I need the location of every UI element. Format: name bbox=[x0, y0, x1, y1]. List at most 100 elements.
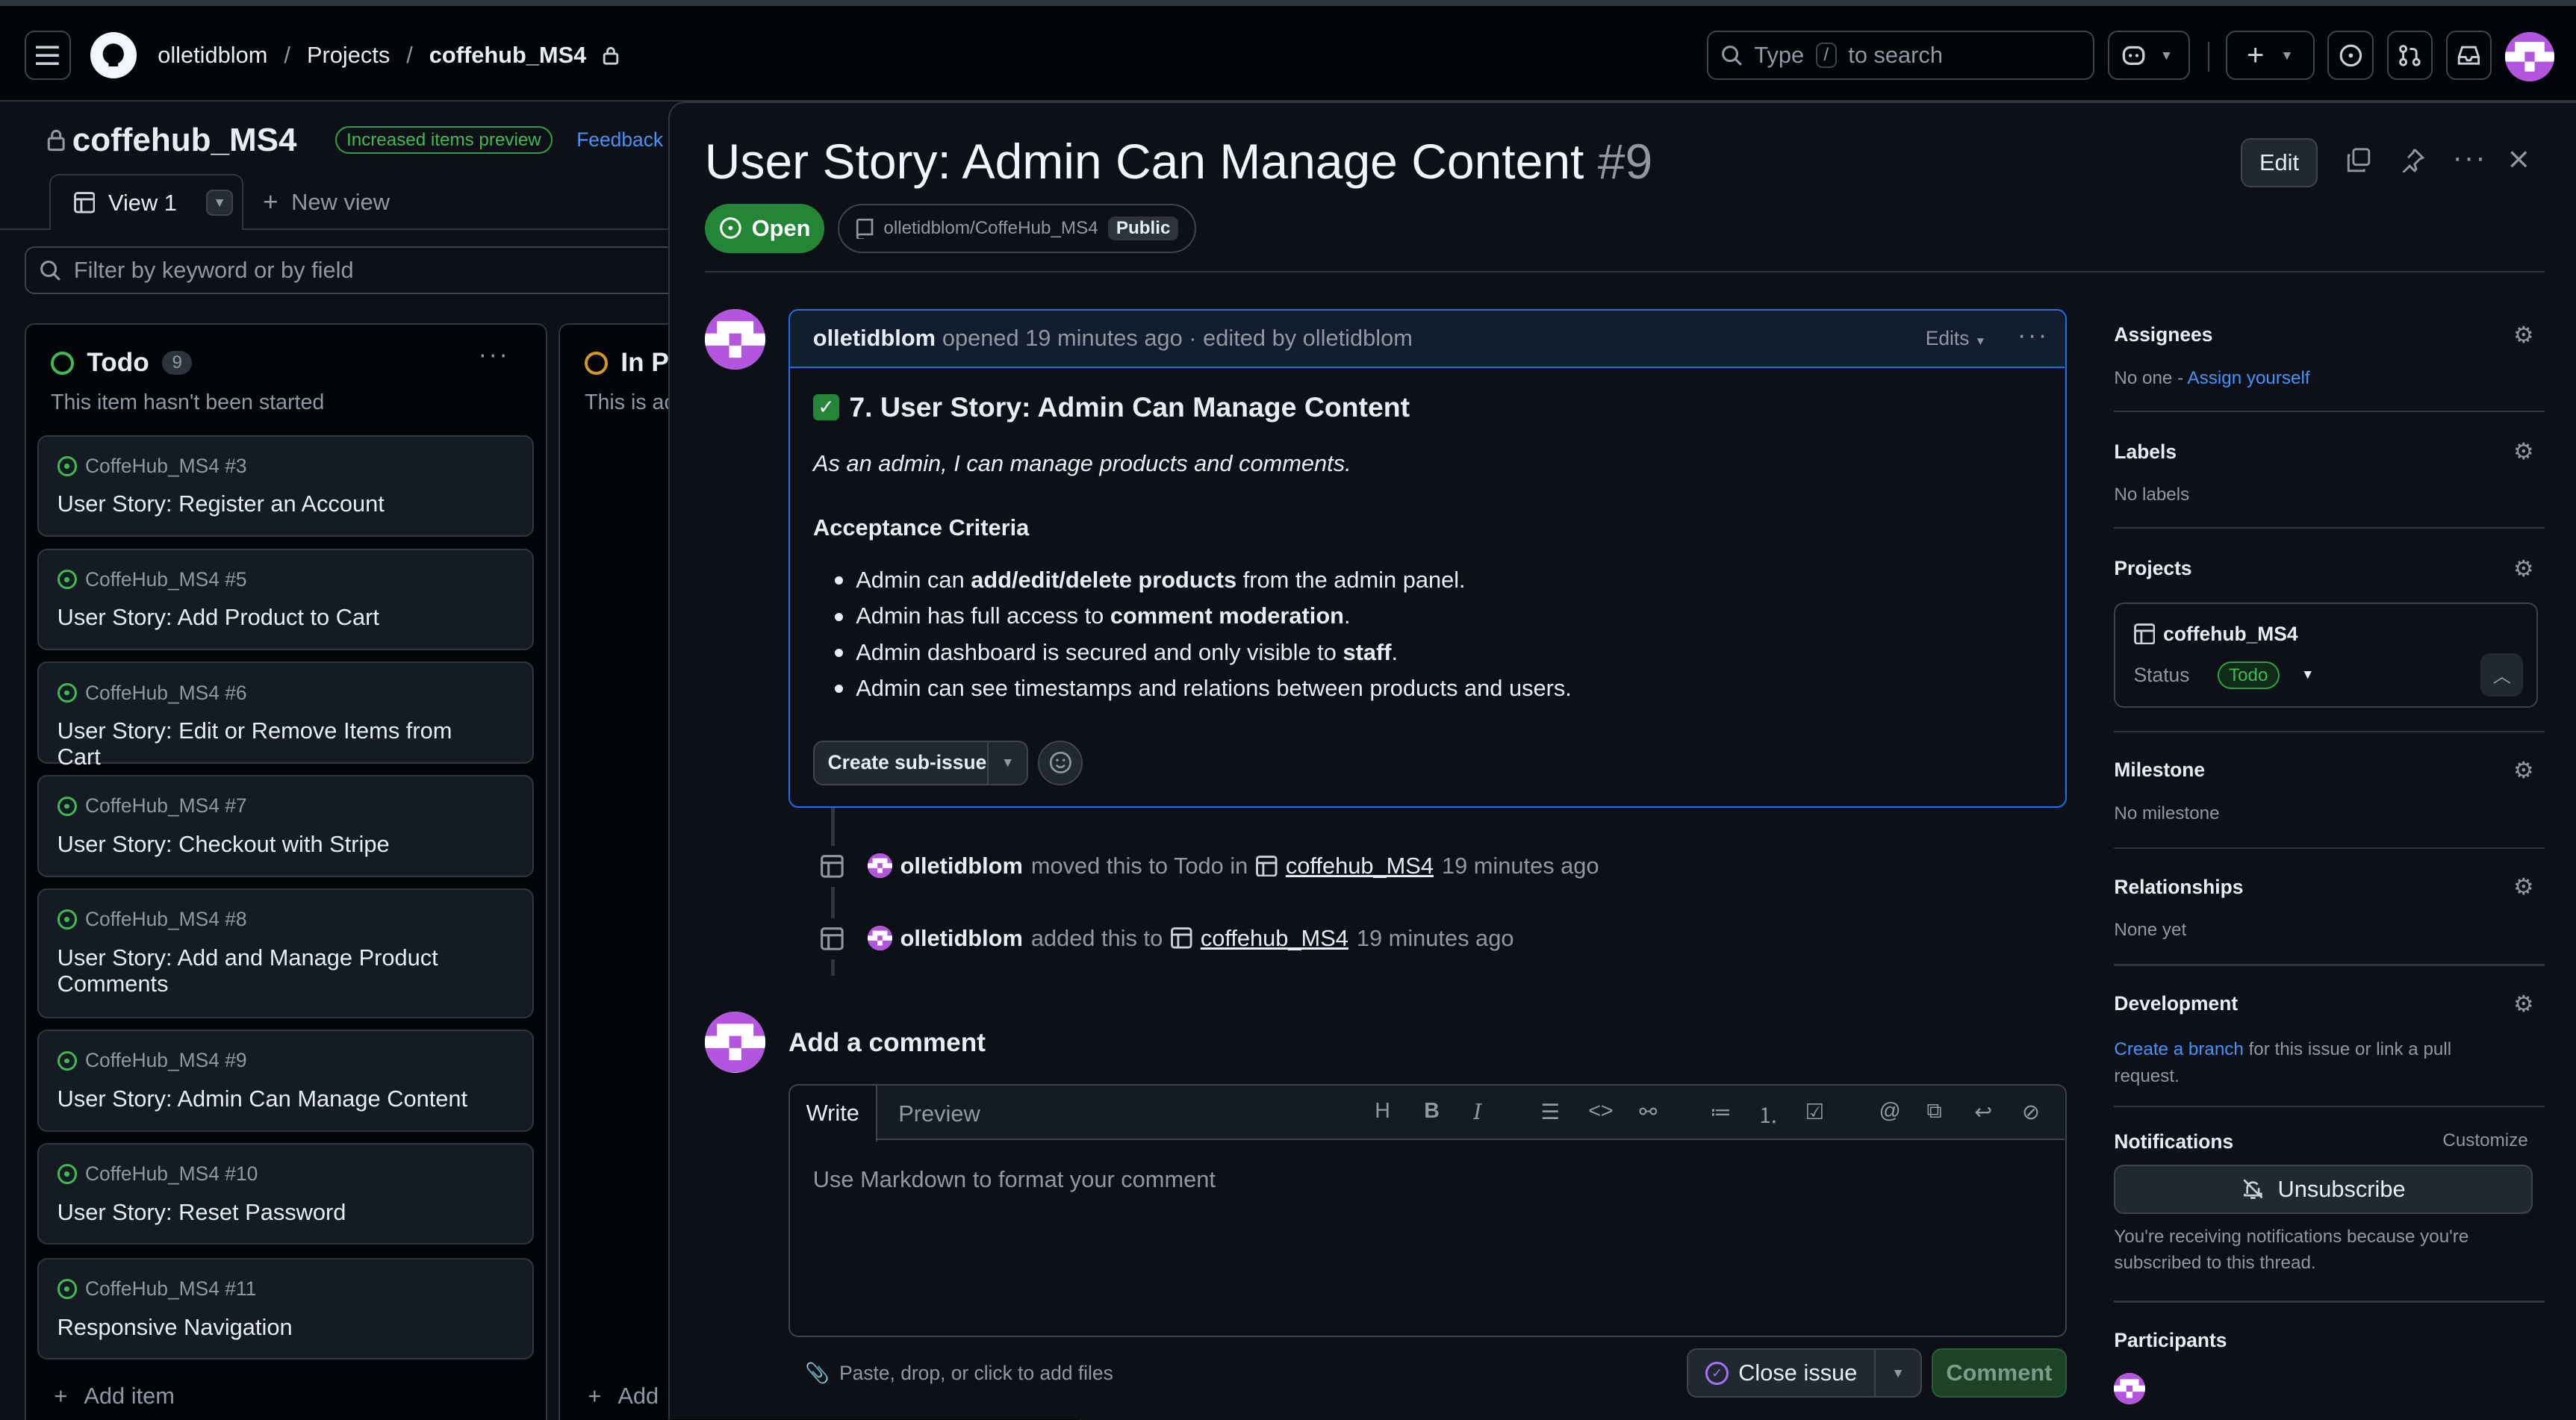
participant-avatar[interactable] bbox=[2114, 1373, 2146, 1404]
card-title[interactable]: User Story: Reset Password bbox=[57, 1199, 501, 1225]
unsubscribe-button[interactable]: Unsubscribe bbox=[2114, 1164, 2533, 1214]
board-card[interactable]: CoffeHub_MS4 #8 User Story: Add and Mana… bbox=[37, 888, 534, 1018]
gear-icon[interactable]: ⚙ bbox=[2513, 438, 2534, 465]
filter-input[interactable]: Filter by keyword or by field bbox=[25, 246, 682, 294]
link-icon[interactable]: ⚯ bbox=[1639, 1099, 1657, 1125]
close-issue-main[interactable]: ✓ Close issue bbox=[1688, 1350, 1876, 1397]
board-card[interactable]: CoffeHub_MS4 #11 Responsive Navigation bbox=[37, 1257, 534, 1360]
tab-write[interactable]: Write bbox=[790, 1086, 877, 1142]
tab-preview[interactable]: Preview bbox=[898, 1100, 980, 1127]
breadcrumb-projects[interactable]: Projects bbox=[307, 42, 390, 69]
breadcrumb-project[interactable]: coffehub_MS4 bbox=[429, 42, 586, 69]
event-user[interactable]: olletidblom bbox=[900, 925, 1023, 952]
italic-icon[interactable]: I bbox=[1473, 1099, 1481, 1124]
repo-badge[interactable]: olletidblom/CoffeHub_MS4 Public bbox=[838, 203, 1197, 253]
menu-button[interactable] bbox=[25, 31, 71, 80]
author-name[interactable]: olletidblom bbox=[813, 325, 936, 352]
add-reaction-button[interactable] bbox=[1038, 741, 1083, 785]
mention-icon[interactable]: @ bbox=[1879, 1099, 1901, 1124]
board-card[interactable]: CoffeHub_MS4 #7 User Story: Checkout wit… bbox=[37, 775, 534, 877]
plus-icon: + bbox=[263, 187, 279, 217]
chevron-down-icon[interactable]: ▼ bbox=[2301, 667, 2314, 682]
chevron-down-icon[interactable]: ▼ bbox=[989, 755, 1027, 770]
customize-link[interactable]: Customize bbox=[2442, 1130, 2527, 1151]
breadcrumb-owner[interactable]: olletidblom bbox=[158, 42, 267, 69]
issue-opened-icon bbox=[2339, 44, 2362, 66]
board-card[interactable]: CoffeHub_MS4 #10 User Story: Reset Passw… bbox=[37, 1142, 534, 1245]
reference-icon[interactable]: ⧉ bbox=[1926, 1099, 1941, 1124]
feedback-link[interactable]: Feedback bbox=[576, 128, 663, 152]
kebab-horizontal-icon[interactable]: ··· bbox=[2017, 320, 2049, 350]
create-branch-link[interactable]: Create a branch bbox=[2114, 1039, 2243, 1059]
board-card[interactable]: CoffeHub_MS4 #3 User Story: Register an … bbox=[37, 435, 534, 538]
close-issue-button[interactable]: ✓ Close issue ▼ bbox=[1687, 1348, 1922, 1398]
card-ref: CoffeHub_MS4 #5 bbox=[57, 568, 247, 591]
copilot-button[interactable]: ▼ bbox=[2107, 31, 2190, 80]
kebab-horizontal-icon[interactable]: ··· bbox=[2453, 141, 2487, 175]
card-title[interactable]: Responsive Navigation bbox=[57, 1314, 501, 1340]
current-user-avatar bbox=[704, 1012, 766, 1073]
board-card[interactable]: CoffeHub_MS4 #5 User Story: Add Product … bbox=[37, 548, 534, 650]
issues-button[interactable] bbox=[2327, 31, 2374, 80]
add-item-button[interactable]: + Add bbox=[588, 1383, 659, 1410]
event-user[interactable]: olletidblom bbox=[900, 853, 1023, 879]
user-avatar[interactable] bbox=[2505, 32, 2554, 82]
chevron-up-icon[interactable]: ︿ bbox=[2480, 653, 2524, 697]
gear-icon[interactable]: ⚙ bbox=[2513, 555, 2534, 582]
edit-title-button[interactable]: Edit bbox=[2240, 137, 2318, 187]
task-list-icon[interactable]: ☑ bbox=[1805, 1099, 1825, 1125]
card-title[interactable]: User Story: Edit or Remove Items from Ca… bbox=[57, 717, 501, 770]
board-card[interactable]: CoffeHub_MS4 #9 User Story: Admin Can Ma… bbox=[37, 1030, 534, 1132]
chevron-down-icon[interactable]: ▼ bbox=[1876, 1365, 1920, 1381]
repo-name: olletidblom/CoffeHub_MS4 bbox=[883, 217, 1098, 238]
projects-section: Projects bbox=[2114, 557, 2544, 580]
user-avatar[interactable] bbox=[867, 853, 892, 879]
create-new-button[interactable]: + ▼ bbox=[2226, 31, 2315, 80]
bold-icon[interactable]: B bbox=[1424, 1099, 1440, 1124]
kebab-horizontal-icon[interactable]: ··· bbox=[478, 340, 509, 370]
comment-input[interactable]: Use Markdown to format your comment bbox=[813, 1166, 1216, 1193]
status-value[interactable]: Todo bbox=[2217, 661, 2280, 689]
code-icon[interactable]: <> bbox=[1588, 1099, 1613, 1124]
event-project-link[interactable]: coffehub_MS4 bbox=[1286, 853, 1434, 879]
slash-command-icon[interactable]: ⊘ bbox=[2022, 1099, 2040, 1125]
card-title[interactable]: User Story: Add and Manage Product Comme… bbox=[57, 944, 501, 997]
close-icon[interactable] bbox=[2508, 148, 2530, 176]
new-view-button[interactable]: + New view bbox=[263, 187, 390, 217]
create-sub-issue-button[interactable]: Create sub-issue ▼ bbox=[813, 741, 1029, 785]
card-title[interactable]: User Story: Register an Account bbox=[57, 491, 501, 517]
card-title[interactable]: User Story: Add Product to Cart bbox=[57, 604, 501, 630]
gear-icon[interactable]: ⚙ bbox=[2513, 874, 2534, 900]
quote-icon[interactable]: ☰ bbox=[1540, 1099, 1560, 1125]
search-input[interactable]: Type / to search bbox=[1706, 31, 2094, 80]
gear-icon[interactable]: ⚙ bbox=[2513, 991, 2534, 1018]
project-link[interactable]: coffehub_MS4 bbox=[2133, 623, 2298, 646]
event-project-link[interactable]: coffehub_MS4 bbox=[1201, 925, 1348, 952]
heading-icon[interactable]: H bbox=[1375, 1099, 1390, 1124]
author-avatar[interactable] bbox=[704, 308, 766, 370]
view-options-button[interactable]: ▼ bbox=[206, 189, 233, 217]
card-title[interactable]: User Story: Admin Can Manage Content bbox=[57, 1086, 501, 1112]
copy-icon[interactable] bbox=[2346, 148, 2371, 178]
attach-files[interactable]: 📎 Paste, drop, or click to add files bbox=[805, 1362, 1113, 1385]
pull-requests-button[interactable] bbox=[2386, 31, 2433, 80]
add-item-button[interactable]: + Add item bbox=[54, 1383, 175, 1410]
tab-view-1[interactable]: View 1 ▼ bbox=[49, 174, 243, 230]
gear-icon[interactable]: ⚙ bbox=[2513, 322, 2534, 349]
board-card[interactable]: CoffeHub_MS4 #6 User Story: Edit or Remo… bbox=[37, 661, 534, 770]
edits-dropdown[interactable]: Edits ▼ bbox=[1926, 327, 1986, 350]
unordered-list-icon[interactable]: ≔ bbox=[1710, 1099, 1732, 1125]
card-title[interactable]: User Story: Checkout with Stripe bbox=[57, 831, 501, 857]
column-header: In Pr bbox=[585, 348, 679, 378]
reply-icon[interactable]: ↩ bbox=[1974, 1099, 1992, 1125]
notifications-button[interactable] bbox=[2445, 31, 2492, 80]
comment-button[interactable]: Comment bbox=[1932, 1348, 2067, 1398]
github-logo-icon[interactable] bbox=[90, 32, 137, 78]
preview-badge[interactable]: Increased items preview bbox=[335, 126, 553, 154]
pin-icon[interactable] bbox=[2400, 148, 2425, 178]
list-text: Admin dashboard is secured and only visi… bbox=[856, 638, 1343, 665]
ordered-list-icon[interactable]: ⒈ bbox=[1758, 1099, 1779, 1130]
gear-icon[interactable]: ⚙ bbox=[2513, 757, 2534, 784]
user-avatar[interactable] bbox=[867, 926, 892, 951]
assign-yourself-link[interactable]: Assign yourself bbox=[2188, 368, 2310, 388]
